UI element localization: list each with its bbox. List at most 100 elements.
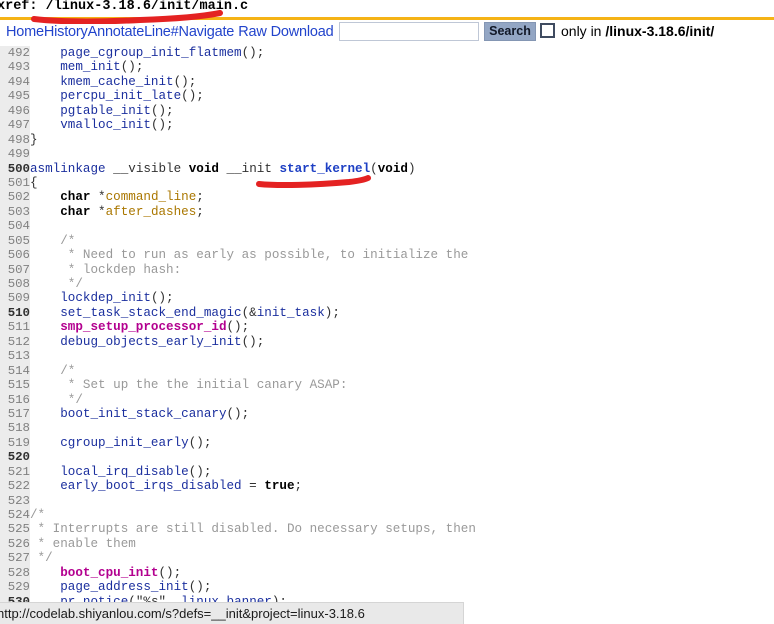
line-number[interactable]: 498 [0,133,30,147]
line-number[interactable]: 524 [0,508,30,522]
line-number[interactable]: 525 [0,522,30,536]
code-token: = [241,479,265,494]
line-number[interactable]: 504 [0,219,30,233]
line-number[interactable]: 517 [0,407,30,421]
code-symbol-link[interactable]: early_boot_irqs_disabled [60,479,241,493]
only-in-checkbox[interactable] [540,23,555,38]
line-number[interactable]: 496 [0,104,30,118]
code-text: page_cgroup_init_flatmem(); [30,46,264,60]
code-token: (); [150,118,174,133]
code-symbol-link[interactable]: cgroup_init_early [60,436,188,450]
code-text: smp_setup_processor_id(); [30,320,249,334]
line-number[interactable]: 503 [0,205,30,219]
line-number[interactable]: 515 [0,378,30,392]
line-number[interactable]: 518 [0,421,30,435]
code-symbol-link[interactable]: page_address_init [60,580,188,594]
line-number[interactable]: 500 [0,162,30,176]
source-code-viewport[interactable]: 492 page_cgroup_init_flatmem(); 493 mem_i… [0,46,774,624]
code-text: lockdep_init(); [30,291,174,306]
line-number[interactable]: 527 [0,551,30,565]
line-number[interactable]: 509 [0,291,30,305]
line-number[interactable]: 501 [0,176,30,190]
nav-link-line-number[interactable]: Line# [144,24,179,40]
line-number[interactable]: 512 [0,335,30,349]
line-number[interactable]: 523 [0,494,30,508]
line-number[interactable]: 510 [0,306,30,320]
code-symbol-link[interactable]: start_kernel [279,162,370,176]
code-token: (); [241,334,265,349]
code-symbol-link[interactable]: page_cgroup_init_flatmem [60,46,241,60]
line-number[interactable]: 529 [0,580,30,594]
code-line: 506 * Need to run as early as possible, … [0,248,774,262]
nav-link-download[interactable]: Download [271,24,334,40]
code-symbol-link[interactable]: kmem_cache_init [60,75,173,89]
line-number[interactable]: 502 [0,190,30,204]
source-code-listing: 492 page_cgroup_init_flatmem(); 493 mem_i… [0,46,774,609]
nav-link-raw[interactable]: Raw [238,24,267,40]
code-line: 513 [0,349,774,363]
line-number[interactable]: 520 [0,450,30,464]
nav-link-history[interactable]: History [44,24,88,40]
code-symbol-link[interactable]: pgtable_init [60,104,151,118]
line-number[interactable]: 497 [0,118,30,132]
line-number[interactable]: 521 [0,465,30,479]
line-number[interactable]: 513 [0,349,30,363]
line-number[interactable]: 522 [0,479,30,493]
code-symbol-link[interactable]: set_task_stack_end_magic [60,306,241,320]
code-token: char [60,190,91,205]
search-input[interactable] [339,22,479,41]
line-number[interactable]: 494 [0,75,30,89]
code-symbol-link[interactable]: smp_setup_processor_id [60,320,226,334]
code-symbol-link[interactable]: asmlinkage [30,162,106,176]
code-token: } [30,132,38,147]
code-token: (); [150,291,174,306]
code-text: * lockdep hash: [30,263,181,277]
code-text: /* [30,508,45,522]
line-number[interactable]: 526 [0,537,30,551]
code-symbol-link[interactable]: mem_init [60,60,120,74]
code-token: * lockdep hash: [30,262,182,277]
line-number[interactable]: 511 [0,320,30,334]
code-token: (); [173,74,197,89]
line-number[interactable]: 516 [0,393,30,407]
code-token: * Need to run as early as possible, to i… [30,248,469,263]
search-button[interactable]: Search [484,22,536,41]
code-token: { [30,175,38,190]
code-text: asmlinkage __visible void __init start_k… [30,162,416,176]
code-text: */ [30,277,83,291]
line-number[interactable]: 519 [0,436,30,450]
code-symbol-link[interactable]: init_task [257,306,325,320]
code-symbol-link[interactable]: boot_init_stack_canary [60,407,226,421]
code-symbol-link[interactable]: percpu_init_late [60,89,181,103]
line-number[interactable]: 495 [0,89,30,103]
nav-link-home[interactable]: Home [6,24,44,40]
code-token: * Interrupts are still disabled. Do nece… [30,522,476,537]
code-symbol-link[interactable]: local_irq_disable [60,465,188,479]
line-number[interactable]: 514 [0,364,30,378]
line-number[interactable]: 505 [0,234,30,248]
line-number[interactable]: 528 [0,566,30,580]
code-symbol-link[interactable]: debug_objects_early_init [60,335,241,349]
line-number[interactable]: 492 [0,46,30,60]
code-token: (); [188,580,212,595]
code-text: set_task_stack_end_magic(&init_task); [30,306,340,320]
line-number[interactable]: 506 [0,248,30,262]
line-number[interactable]: 508 [0,277,30,291]
code-symbol-link[interactable]: boot_cpu_init [60,566,158,580]
nav-link-navigate[interactable]: Navigate [179,24,235,40]
code-line: 516 */ [0,393,774,407]
code-text: cgroup_init_early(); [30,436,211,450]
code-line: 528 boot_cpu_init(); [0,566,774,580]
line-number[interactable]: 493 [0,60,30,74]
code-line: 519 cgroup_init_early(); [0,436,774,450]
code-symbol-link[interactable]: vmalloc_init [60,118,151,132]
code-token: * [90,190,106,205]
line-number[interactable]: 507 [0,263,30,277]
nav-link-annotate[interactable]: Annotate [88,24,145,40]
line-number[interactable]: 499 [0,147,30,161]
code-line: 525 * Interrupts are still disabled. Do … [0,522,774,536]
code-symbol-link[interactable]: lockdep_init [60,291,151,305]
